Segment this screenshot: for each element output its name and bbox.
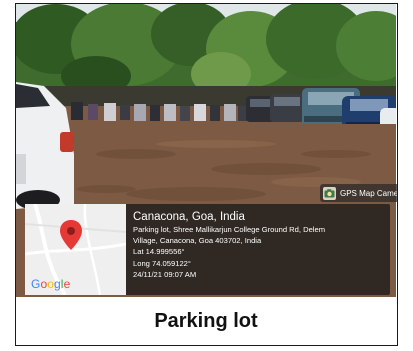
image-caption: Parking lot <box>154 309 258 332</box>
caption-bar: Parking lot <box>16 297 396 345</box>
location-title: Canacona, Goa, India <box>133 211 245 223</box>
camera-icon <box>323 186 336 200</box>
image-frame: GPS Map Camera Google Canacona, Goa, Ind… <box>15 3 398 346</box>
gps-badge-label: GPS Map Camera <box>340 188 398 198</box>
address-line-1: Parking lot, Shree Mallikarjun College G… <box>133 225 326 234</box>
google-letter: o <box>47 277 54 291</box>
longitude: Long 74.059122° <box>133 258 191 268</box>
google-letter: g <box>54 277 61 291</box>
latitude: Lat 14.999556° <box>133 247 185 257</box>
location-overlay: Google Canacona, Goa, India Parking lot,… <box>25 204 390 295</box>
address-line-2: Village, Canacona, Goa 403702, India <box>133 236 262 246</box>
mini-map[interactable]: Google <box>25 204 126 295</box>
google-logo: Google <box>31 277 70 291</box>
location-info: Canacona, Goa, India Parking lot, Shree … <box>133 210 385 280</box>
parked-car-2 <box>270 94 304 122</box>
google-letter: o <box>40 277 48 291</box>
google-letter: G <box>31 277 41 291</box>
google-letter: e <box>63 277 71 291</box>
timestamp: 24/11/21 09:07 AM <box>133 269 197 279</box>
gps-map-camera-badge: GPS Map Camera <box>320 184 398 202</box>
